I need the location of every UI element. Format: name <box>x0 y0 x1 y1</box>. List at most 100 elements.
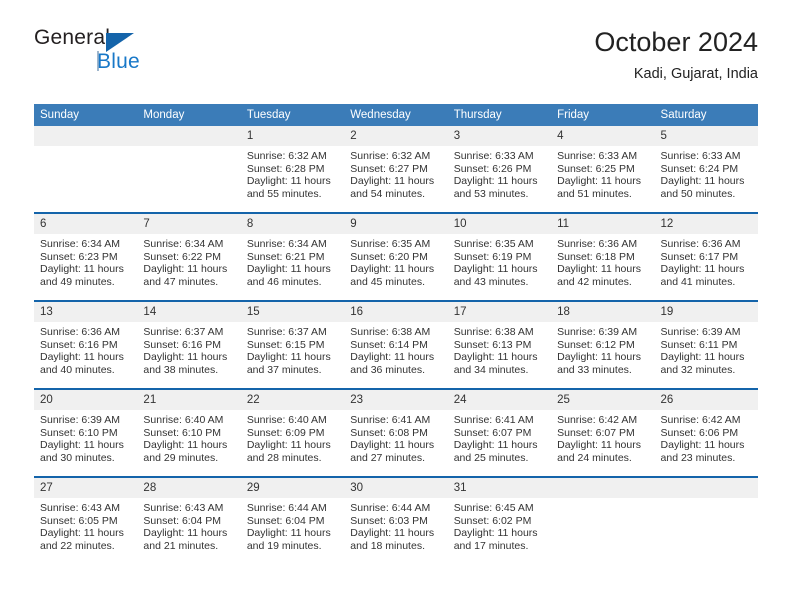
general-blue-logo[interactable]: General Blue <box>34 26 234 84</box>
calendar-day-cell[interactable]: 18 Sunrise: 6:39 AM Sunset: 6:12 PM Dayligh… <box>551 300 655 389</box>
calendar-day-cell[interactable]: 7 Sunrise: 6:34 AM Sunset: 6:22 PM Daylight… <box>137 212 241 301</box>
daylight-text-line1: Daylight: 11 hours <box>350 175 435 188</box>
daylight-text-line1: Daylight: 11 hours <box>557 263 641 276</box>
daylight-text-line2: and 53 minutes. <box>453 187 529 200</box>
day-details: Sunrise: 6:34 AM Sunset: 6:21 PM Daylight:… <box>241 234 344 288</box>
day-number: 7 <box>137 214 241 234</box>
daylight-text-line1: Daylight: 11 hours <box>557 175 641 188</box>
daylight-text-line1: Daylight: 11 hours <box>453 263 538 276</box>
day-cell-content: 25 Sunrise: 6:42 AM Sunset: 6:07 PM Dayligh… <box>551 390 655 476</box>
day-details: Sunrise: 6:35 AM Sunset: 6:19 PM Daylight:… <box>448 234 551 288</box>
sunrise-text: Sunrise: 6:33 AM <box>453 150 534 162</box>
calendar-day-cell[interactable]: 28 Sunrise: 6:43 AM Sunset: 6:04 PM Dayligh… <box>137 476 241 564</box>
daylight-text-line1: Daylight: 11 hours <box>660 263 745 276</box>
sunrise-text: Sunrise: 6:37 AM <box>246 326 327 338</box>
calendar-day-cell[interactable]: 25 Sunrise: 6:42 AM Sunset: 6:07 PM Dayligh… <box>551 388 655 477</box>
day-cell-content: 14 Sunrise: 6:37 AM Sunset: 6:16 PM Dayligh… <box>137 302 241 388</box>
sunrise-text: Sunrise: 6:33 AM <box>557 150 638 162</box>
sunset-text: Sunset: 6:26 PM <box>453 162 532 175</box>
calendar-day-cell[interactable]: 30 Sunrise: 6:44 AM Sunset: 6:03 PM Dayligh… <box>344 476 448 564</box>
day-details: Sunrise: 6:42 AM Sunset: 6:07 PM Daylight:… <box>551 410 654 464</box>
sunset-text: Sunset: 6:27 PM <box>350 162 428 175</box>
daylight-text-line1: Daylight: 11 hours <box>557 439 641 452</box>
daylight-text-line1: Daylight: 11 hours <box>660 175 745 188</box>
sunrise-text: Sunrise: 6:39 AM <box>660 326 741 338</box>
calendar-day-cell-empty <box>551 476 655 564</box>
calendar-day-cell[interactable]: 29 Sunrise: 6:44 AM Sunset: 6:04 PM Dayligh… <box>240 476 345 564</box>
day-details: Sunrise: 6:41 AM Sunset: 6:07 PM Daylight:… <box>448 410 551 464</box>
day-number: 21 <box>137 390 241 410</box>
daylight-text-line1: Daylight: 11 hours <box>453 439 538 452</box>
page-header: General Blue October 2024 Kadi, Gujarat,… <box>34 26 758 94</box>
day-cell-content: 3 Sunrise: 6:33 AM Sunset: 6:26 PM Daylight… <box>447 126 552 212</box>
calendar-day-cell[interactable]: 2 Sunrise: 6:32 AM Sunset: 6:27 PM Daylight… <box>344 126 448 213</box>
sunrise-text: Sunrise: 6:44 AM <box>350 502 431 514</box>
day-cell-content: 5 Sunrise: 6:33 AM Sunset: 6:24 PM Daylight… <box>654 126 758 212</box>
calendar-day-cell[interactable]: 31 Sunrise: 6:45 AM Sunset: 6:02 PM Dayligh… <box>447 476 552 564</box>
daylight-text-line2: and 19 minutes. <box>246 539 322 552</box>
daylight-text-line2: and 45 minutes. <box>350 275 425 288</box>
calendar-day-cell[interactable]: 5 Sunrise: 6:33 AM Sunset: 6:24 PM Daylight… <box>654 126 758 213</box>
calendar-day-cell[interactable]: 23 Sunrise: 6:41 AM Sunset: 6:08 PM Dayligh… <box>344 388 448 477</box>
day-number <box>34 126 138 146</box>
calendar-day-cell[interactable]: 13 Sunrise: 6:36 AM Sunset: 6:16 PM Dayligh… <box>34 300 138 389</box>
sunset-text: Sunset: 6:02 PM <box>453 514 532 527</box>
day-details: Sunrise: 6:36 AM Sunset: 6:18 PM Daylight:… <box>551 234 654 288</box>
calendar-day-cell[interactable]: 12 Sunrise: 6:36 AM Sunset: 6:17 PM Dayligh… <box>654 212 758 301</box>
calendar-day-cell[interactable]: 27 Sunrise: 6:43 AM Sunset: 6:05 PM Dayligh… <box>34 476 138 564</box>
calendar-day-cell[interactable]: 3 Sunrise: 6:33 AM Sunset: 6:26 PM Daylight… <box>447 126 552 213</box>
day-number: 22 <box>240 390 345 410</box>
day-number: 23 <box>344 390 448 410</box>
day-cell-content: 1 Sunrise: 6:32 AM Sunset: 6:28 PM Daylight… <box>240 126 345 212</box>
calendar-day-cell[interactable]: 16 Sunrise: 6:38 AM Sunset: 6:14 PM Dayligh… <box>344 300 448 389</box>
calendar-day-cell[interactable]: 1 Sunrise: 6:32 AM Sunset: 6:28 PM Daylight… <box>240 126 345 213</box>
calendar-day-cell[interactable]: 17 Sunrise: 6:38 AM Sunset: 6:13 PM Dayligh… <box>447 300 552 389</box>
calendar-day-cell[interactable]: 24 Sunrise: 6:41 AM Sunset: 6:07 PM Dayligh… <box>447 388 552 477</box>
calendar-day-cell[interactable]: 20 Sunrise: 6:39 AM Sunset: 6:10 PM Dayligh… <box>34 388 138 477</box>
sunset-text: Sunset: 6:04 PM <box>246 514 325 527</box>
day-details: Sunrise: 6:32 AM Sunset: 6:27 PM Daylight:… <box>344 146 447 200</box>
calendar-day-cell[interactable]: 26 Sunrise: 6:42 AM Sunset: 6:06 PM Dayligh… <box>654 388 758 477</box>
day-cell-content: 22 Sunrise: 6:40 AM Sunset: 6:09 PM Dayligh… <box>240 390 345 476</box>
daylight-text-line1: Daylight: 11 hours <box>40 527 124 540</box>
calendar-day-cell[interactable]: 15 Sunrise: 6:37 AM Sunset: 6:15 PM Dayligh… <box>240 300 345 389</box>
day-cell-content: 29 Sunrise: 6:44 AM Sunset: 6:04 PM Dayligh… <box>240 478 345 564</box>
calendar-day-cell[interactable]: 10 Sunrise: 6:35 AM Sunset: 6:19 PM Dayligh… <box>447 212 552 301</box>
sunrise-text: Sunrise: 6:36 AM <box>40 326 120 338</box>
weekday-header-friday: Friday <box>551 104 655 126</box>
calendar-day-cell[interactable]: 8 Sunrise: 6:34 AM Sunset: 6:21 PM Daylight… <box>240 212 345 301</box>
day-number: 4 <box>551 126 655 146</box>
calendar-day-cell[interactable]: 4 Sunrise: 6:33 AM Sunset: 6:25 PM Daylight… <box>551 126 655 213</box>
calendar-day-cell[interactable]: 9 Sunrise: 6:35 AM Sunset: 6:20 PM Daylight… <box>344 212 448 301</box>
day-cell-content: 6 Sunrise: 6:34 AM Sunset: 6:23 PM Daylight… <box>34 214 138 300</box>
day-details: Sunrise: 6:39 AM Sunset: 6:10 PM Daylight:… <box>34 410 137 464</box>
daylight-text-line1: Daylight: 11 hours <box>143 351 228 364</box>
calendar-day-cell[interactable]: 21 Sunrise: 6:40 AM Sunset: 6:10 PM Dayligh… <box>137 388 241 477</box>
calendar-day-cell[interactable]: 19 Sunrise: 6:39 AM Sunset: 6:11 PM Dayligh… <box>654 300 758 389</box>
sunset-text: Sunset: 6:07 PM <box>557 426 635 439</box>
day-number: 30 <box>344 478 448 498</box>
logo-text-blue: Blue <box>97 50 140 73</box>
daylight-text-line2: and 29 minutes. <box>143 451 219 464</box>
sunset-text: Sunset: 6:23 PM <box>40 250 118 263</box>
calendar-header-row: Sunday Monday Tuesday Wednesday Thursday… <box>34 104 758 126</box>
sunset-text: Sunset: 6:12 PM <box>557 338 635 351</box>
daylight-text-line1: Daylight: 11 hours <box>246 527 331 540</box>
day-details: Sunrise: 6:40 AM Sunset: 6:10 PM Daylight:… <box>137 410 240 464</box>
sunset-text: Sunset: 6:28 PM <box>246 162 325 175</box>
calendar-day-cell[interactable]: 11 Sunrise: 6:36 AM Sunset: 6:18 PM Dayligh… <box>551 212 655 301</box>
calendar-day-cell[interactable]: 14 Sunrise: 6:37 AM Sunset: 6:16 PM Dayligh… <box>137 300 241 389</box>
day-details: Sunrise: 6:33 AM Sunset: 6:24 PM Daylight:… <box>655 146 758 200</box>
calendar-day-cell[interactable]: 22 Sunrise: 6:40 AM Sunset: 6:09 PM Dayligh… <box>240 388 345 477</box>
daylight-text-line2: and 42 minutes. <box>557 275 632 288</box>
calendar-day-cell[interactable]: 6 Sunrise: 6:34 AM Sunset: 6:23 PM Daylight… <box>34 212 138 301</box>
weekday-header-thursday: Thursday <box>447 104 552 126</box>
sunset-text: Sunset: 6:03 PM <box>350 514 428 527</box>
day-details: Sunrise: 6:38 AM Sunset: 6:14 PM Daylight:… <box>344 322 447 376</box>
day-details: Sunrise: 6:43 AM Sunset: 6:04 PM Daylight:… <box>137 498 240 552</box>
calendar-week-row: 6 Sunrise: 6:34 AM Sunset: 6:23 PM Daylight… <box>34 212 758 301</box>
day-details: Sunrise: 6:37 AM Sunset: 6:15 PM Daylight:… <box>241 322 344 376</box>
sunset-text: Sunset: 6:14 PM <box>350 338 428 351</box>
daylight-text-line1: Daylight: 11 hours <box>246 439 331 452</box>
calendar-day-cell-empty <box>34 126 138 213</box>
